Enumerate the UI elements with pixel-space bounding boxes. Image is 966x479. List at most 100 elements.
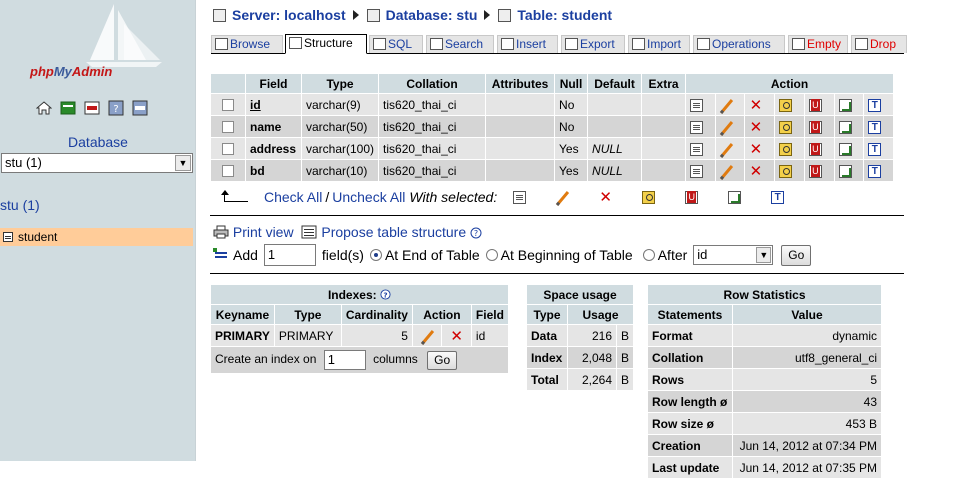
help-icon[interactable]: ?	[470, 227, 482, 239]
print-view-link[interactable]: Print view	[233, 224, 294, 240]
chevron-down-icon[interactable]: ▼	[756, 247, 772, 263]
fulltext-icon[interactable]	[868, 164, 882, 178]
table-icon[interactable]	[3, 232, 13, 242]
primary-key-icon[interactable]	[779, 142, 793, 156]
fulltext-icon[interactable]	[868, 98, 882, 112]
stat-value: 43	[733, 391, 881, 412]
tab-search[interactable]: Search	[426, 35, 494, 53]
index-icon[interactable]	[838, 120, 852, 134]
at-beginning-label[interactable]: At Beginning of Table	[501, 247, 633, 263]
row-checkbox[interactable]	[222, 121, 234, 134]
tab-import[interactable]: Import	[628, 35, 690, 53]
after-field-select[interactable]: id ▼	[693, 245, 774, 265]
database-select[interactable]: stu (1) ▼	[1, 153, 193, 173]
unique-icon[interactable]	[808, 142, 822, 156]
fulltext-selected-icon[interactable]	[771, 190, 785, 204]
primary-key-icon[interactable]	[779, 120, 793, 134]
fulltext-icon[interactable]	[868, 120, 882, 134]
unique-icon[interactable]	[808, 120, 822, 134]
drop-icon[interactable]: ✕	[749, 98, 763, 113]
column-header-usage: Usage	[568, 305, 634, 324]
primary-key-icon[interactable]	[779, 164, 793, 178]
browse-distinct-icon[interactable]	[690, 164, 704, 178]
help-docs-icon[interactable]: ?	[108, 100, 124, 116]
add-field-go-button[interactable]: Go	[781, 244, 812, 266]
drop-icon[interactable]: ✕	[749, 164, 763, 179]
browse-distinct-icon[interactable]	[690, 120, 704, 134]
exit-icon[interactable]	[60, 100, 76, 116]
primary-key-icon[interactable]	[779, 98, 793, 112]
database-link[interactable]: stu (1)	[0, 197, 40, 213]
field-default	[588, 94, 642, 115]
printer-icon[interactable]	[213, 225, 229, 239]
space-value: 2,048	[568, 347, 616, 368]
index-icon[interactable]	[838, 164, 852, 178]
field-attributes	[486, 94, 555, 115]
tab-structure[interactable]: Structure	[285, 34, 367, 54]
edit-icon[interactable]	[720, 121, 733, 134]
tab-drop[interactable]: Drop	[851, 35, 907, 53]
row-checkbox[interactable]	[222, 99, 234, 112]
drop-icon[interactable]: ✕	[749, 120, 763, 135]
index-selected-icon[interactable]	[728, 190, 742, 204]
edit-index-icon[interactable]	[421, 330, 434, 343]
chevron-down-icon[interactable]: ▼	[175, 155, 191, 171]
breadcrumb-table[interactable]: Table: student	[517, 7, 612, 23]
after-label[interactable]: After	[658, 247, 688, 263]
index-icon[interactable]	[838, 98, 852, 112]
drop-index-icon[interactable]: ✕	[450, 329, 463, 344]
edit-selected-icon[interactable]	[556, 191, 569, 204]
sql-query-icon[interactable]	[84, 100, 100, 116]
at-end-radio[interactable]	[369, 249, 382, 261]
field-type: varchar(50)	[302, 116, 379, 137]
help-icon[interactable]: ?	[380, 288, 391, 300]
row-checkbox[interactable]	[222, 143, 234, 156]
unique-icon[interactable]	[808, 164, 822, 178]
row-checkbox[interactable]	[222, 165, 234, 178]
table-row: Rows 5	[648, 369, 881, 390]
table-name[interactable]: student	[18, 230, 57, 244]
propose-structure-icon[interactable]	[301, 225, 317, 239]
check-all-link[interactable]: Check All	[264, 189, 322, 205]
phpmyadmin-logo[interactable]: phpMyAdmin	[0, 0, 196, 90]
unique-selected-icon[interactable]	[685, 190, 699, 204]
browse-distinct-icon[interactable]	[690, 142, 704, 156]
row-statistics-title: Row Statistics	[648, 285, 881, 304]
edit-icon[interactable]	[720, 143, 733, 156]
at-end-label[interactable]: At End of Table	[385, 247, 480, 263]
tab-insert[interactable]: Insert	[497, 35, 558, 53]
propose-structure-link[interactable]: Propose table structure	[321, 224, 466, 240]
after-radio[interactable]	[642, 249, 655, 261]
nav-icon-bar: ?	[36, 100, 148, 116]
breadcrumb-database[interactable]: Database: stu	[386, 7, 478, 23]
tab-sql[interactable]: SQL	[369, 35, 423, 53]
primary-selected-icon[interactable]	[642, 190, 656, 204]
drop-icon[interactable]: ✕	[749, 142, 763, 157]
uncheck-all-link[interactable]: Uncheck All	[332, 189, 405, 205]
index-icon[interactable]	[838, 142, 852, 156]
home-icon[interactable]	[36, 100, 52, 116]
fulltext-icon[interactable]	[868, 142, 882, 156]
svg-text:?: ?	[113, 104, 118, 115]
field-name: id	[250, 97, 261, 112]
space-header-row: Type Usage	[527, 305, 634, 324]
field-count-input[interactable]: 1	[263, 244, 316, 266]
unique-icon[interactable]	[808, 98, 822, 112]
column-header-null: Null	[555, 74, 588, 93]
browse-distinct-icon[interactable]	[690, 98, 704, 112]
tab-browse[interactable]: Browse	[211, 35, 283, 53]
browse-selected-icon[interactable]	[513, 190, 527, 204]
edit-icon[interactable]	[720, 99, 733, 112]
breadcrumb: Server: localhost Database: stu Table: s…	[213, 7, 612, 23]
tab-export[interactable]: Export	[561, 35, 625, 53]
edit-icon[interactable]	[720, 165, 733, 178]
sql-docs-icon[interactable]	[132, 100, 148, 116]
create-index-columns-input[interactable]: 1	[323, 350, 366, 370]
at-beginning-radio[interactable]	[485, 249, 498, 261]
breadcrumb-server[interactable]: Server: localhost	[232, 7, 346, 23]
tab-operations[interactable]: Operations	[693, 35, 785, 53]
table-list-item-student[interactable]: student	[0, 228, 193, 246]
tab-empty[interactable]: Empty	[788, 35, 848, 53]
create-index-go-button[interactable]: Go	[427, 350, 458, 370]
drop-selected-icon[interactable]: ✕	[599, 190, 612, 205]
